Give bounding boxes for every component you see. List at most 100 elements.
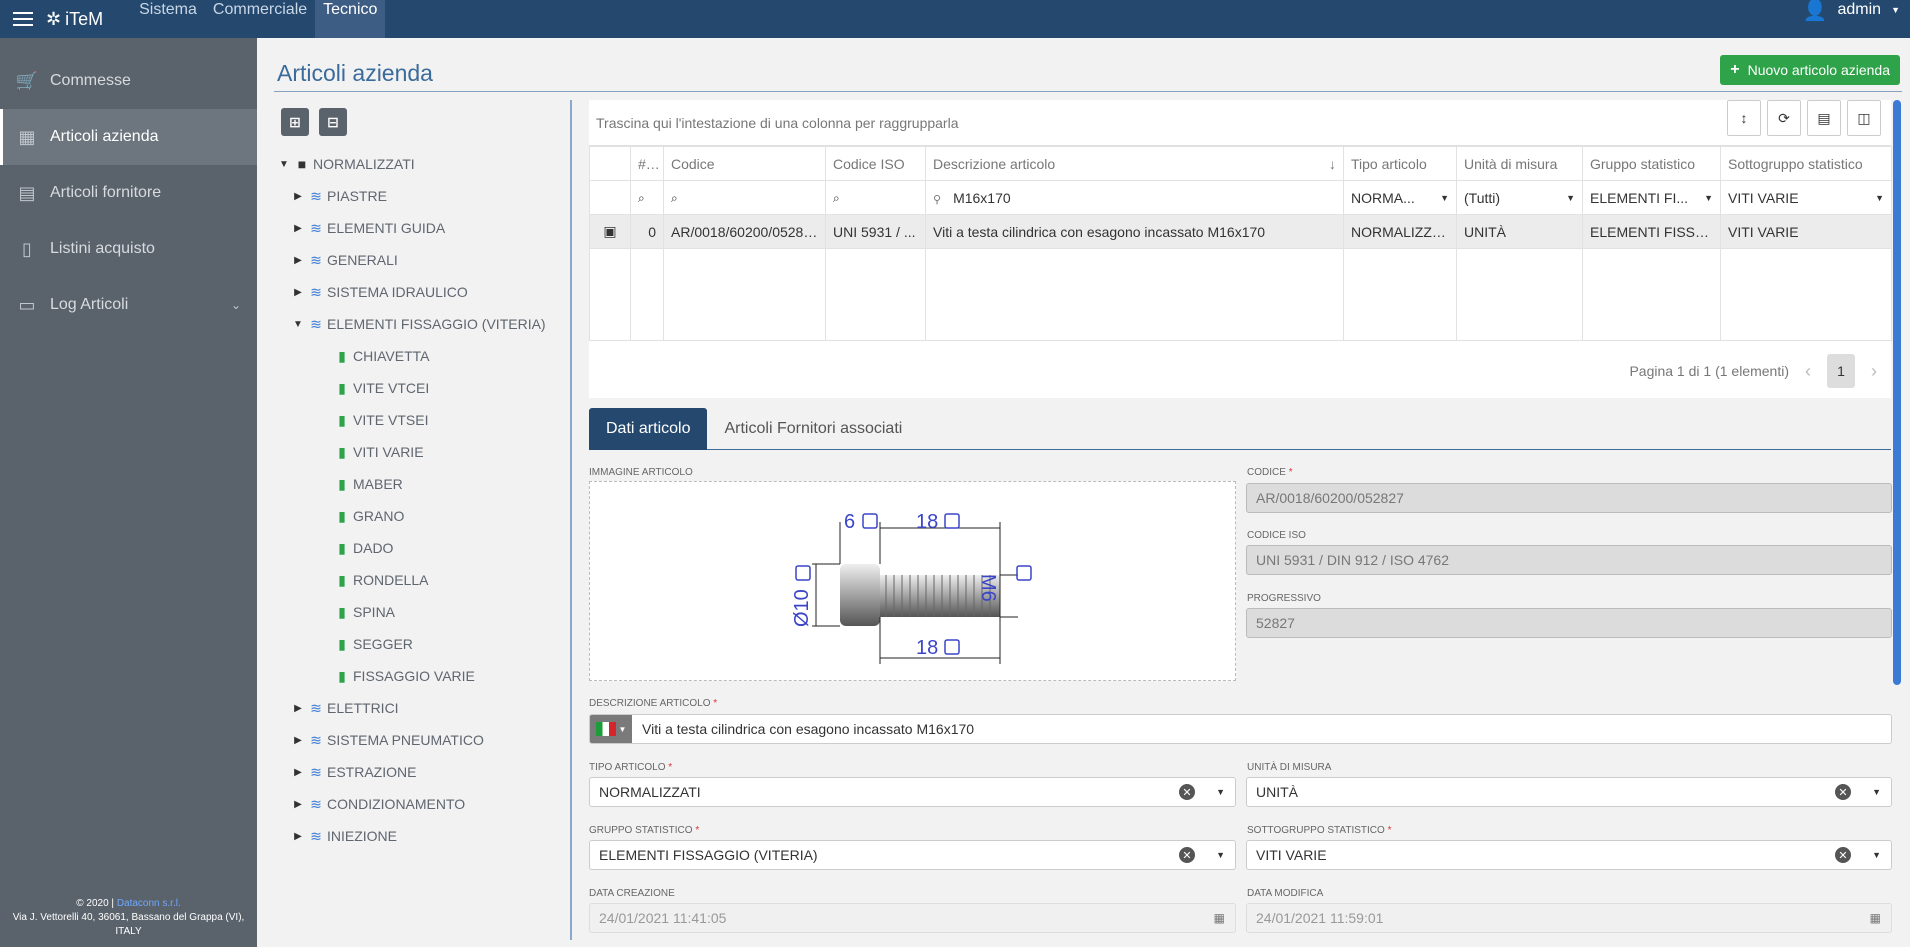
caret-right-icon[interactable]: ▶ (291, 703, 305, 714)
nav-tecnico[interactable]: Tecnico (315, 0, 386, 38)
tree-node[interactable]: ▶ ≋ PIASTRE (277, 180, 570, 212)
company-link[interactable]: Dataconn s.r.l. (117, 898, 181, 909)
tipo-select[interactable]: NORMALIZZATI ✕ ▼ (589, 777, 1236, 807)
language-selector[interactable]: ▼ (590, 715, 632, 743)
clear-icon[interactable]: ✕ (1179, 784, 1195, 800)
tree-node[interactable]: ▶ ≋ GENERALI (277, 244, 570, 276)
tree-node[interactable]: ▶ ≋ INIEZIONE (277, 820, 570, 852)
header-codice-iso[interactable]: Codice ISO (825, 146, 926, 181)
header-number[interactable]: #... (630, 146, 664, 181)
tab-articoli-fornitori[interactable]: Articoli Fornitori associati (707, 408, 919, 450)
tree-node[interactable]: ▮ VITE VTCEI (277, 372, 570, 404)
nav-commerciale[interactable]: Commerciale (205, 0, 315, 38)
table-row[interactable]: ▣ 0 AR/0018/60200/052827 UNI 5931 / ... … (589, 214, 1892, 249)
data-creazione-field[interactable]: 24/01/2021 11:41:05 ▦ (589, 903, 1236, 933)
clear-icon[interactable]: ✕ (1835, 784, 1851, 800)
tree-node[interactable]: ▶ ≋ CONDIZIONAMENTO (277, 788, 570, 820)
sort-toggle-button[interactable]: ↕ (1727, 100, 1761, 136)
caret-down-icon[interactable]: ▼ (291, 319, 305, 330)
sidebar-item-articoli-azienda[interactable]: ▦ Articoli azienda (0, 109, 257, 165)
header-select[interactable] (589, 146, 631, 181)
caret-right-icon[interactable]: ▶ (291, 255, 305, 266)
caret-right-icon[interactable]: ▶ (291, 223, 305, 234)
tree-node[interactable]: ▶ ≋ SISTEMA IDRAULICO (277, 276, 570, 308)
calendar-icon[interactable]: ▦ (1214, 911, 1225, 925)
sidebar-item-listini-acquisto[interactable]: ▯ Listini acquisto (0, 221, 257, 277)
tree-node[interactable]: ▮ DADO (277, 532, 570, 564)
new-article-button[interactable]: + Nuovo articolo azienda (1720, 55, 1900, 85)
tree-node[interactable]: ▼ ≋ ELEMENTI FISSAGGIO (VITERIA) (277, 308, 570, 340)
filter-codice[interactable]: ⌕ (663, 180, 826, 215)
collapse-all-button[interactable]: ⊟ (319, 108, 347, 136)
sottogruppo-select[interactable]: VITI VARIE ✕ ▼ (1246, 840, 1892, 870)
hamburger-menu-icon[interactable] (0, 0, 46, 38)
filter-codice-iso[interactable]: ⌕ (825, 180, 926, 215)
tree-node[interactable]: ▮ VITE VTSEI (277, 404, 570, 436)
header-descrizione[interactable]: Descrizione articolo ↓ (925, 146, 1344, 181)
filter-gruppo[interactable]: ELEMENTI FI... ▼ (1582, 180, 1721, 215)
caret-down-icon[interactable]: ▼ (1216, 850, 1225, 860)
group-panel[interactable]: Trascina qui l'intestazione di una colon… (589, 100, 1891, 146)
caret-right-icon[interactable]: ▶ (291, 287, 305, 298)
tree-node-root[interactable]: ▼ ■ NORMALIZZATI (277, 148, 570, 180)
caret-down-icon[interactable]: ▼ (277, 159, 291, 170)
row-edit-cell[interactable]: ▣ (589, 214, 631, 249)
export-button[interactable]: ▤ (1807, 100, 1841, 136)
expand-all-button[interactable]: ⊞ (281, 108, 309, 136)
header-sottogruppo[interactable]: Sottogruppo statistico (1720, 146, 1892, 181)
codice-iso-field[interactable]: UNI 5931 / DIN 912 / ISO 4762 (1246, 545, 1892, 575)
unita-select[interactable]: UNITÀ ✕ ▼ (1246, 777, 1892, 807)
brand-logo[interactable]: ✲ iTeM (46, 9, 103, 30)
tab-dati-articolo[interactable]: Dati articolo (589, 408, 708, 450)
filter-number[interactable]: ⌕ (630, 180, 664, 215)
sidebar-item-articoli-fornitore[interactable]: ▤ Articoli fornitore (0, 165, 257, 221)
header-unita[interactable]: Unità di misura (1456, 146, 1583, 181)
caret-right-icon[interactable]: ▶ (291, 767, 305, 778)
tree-node[interactable]: ▮ CHIAVETTA (277, 340, 570, 372)
caret-down-icon[interactable]: ▼ (1216, 787, 1225, 797)
filter-tipo[interactable]: NORMA... ▼ (1343, 180, 1457, 215)
column-chooser-button[interactable]: ◫ (1847, 100, 1881, 136)
header-gruppo[interactable]: Gruppo statistico (1582, 146, 1721, 181)
filter-descrizione[interactable]: ⚲ M16x170 (925, 180, 1344, 215)
prev-page-icon[interactable]: ‹ (1805, 361, 1811, 382)
refresh-button[interactable]: ⟳ (1767, 100, 1801, 136)
gruppo-select[interactable]: ELEMENTI FISSAGGIO (VITERIA) ✕ ▼ (589, 840, 1236, 870)
caret-right-icon[interactable]: ▶ (291, 799, 305, 810)
caret-down-icon[interactable]: ▼ (1872, 787, 1881, 797)
vertical-scrollbar[interactable] (1893, 100, 1901, 685)
clear-icon[interactable]: ✕ (1179, 847, 1195, 863)
tree-node[interactable]: ▮ VITI VARIE (277, 436, 570, 468)
caret-right-icon[interactable]: ▶ (291, 191, 305, 202)
next-page-icon[interactable]: › (1871, 361, 1877, 382)
filter-sottogruppo[interactable]: VITI VARIE ▼ (1720, 180, 1892, 215)
caret-right-icon[interactable]: ▶ (291, 831, 305, 842)
user-menu[interactable]: 👤 admin ▼ (1803, 0, 1900, 22)
clear-icon[interactable]: ✕ (1835, 847, 1851, 863)
caret-down-icon[interactable]: ▼ (1872, 850, 1881, 860)
calendar-icon[interactable]: ▦ (1870, 911, 1881, 925)
tree-node[interactable]: ▶ ≋ ELEMENTI GUIDA (277, 212, 570, 244)
page-number-button[interactable]: 1 (1827, 354, 1855, 388)
nav-sistema[interactable]: Sistema (131, 0, 205, 38)
filter-unita[interactable]: (Tutti) ▼ (1456, 180, 1583, 215)
tree-node[interactable]: ▮ MABER (277, 468, 570, 500)
data-modifica-field[interactable]: 24/01/2021 11:59:01 ▦ (1246, 903, 1892, 933)
header-tipo[interactable]: Tipo articolo (1343, 146, 1457, 181)
tree-node[interactable]: ▮ SPINA (277, 596, 570, 628)
tree-node[interactable]: ▶ ≋ ESTRAZIONE (277, 756, 570, 788)
tree-node[interactable]: ▶ ≋ ELETTRICI (277, 692, 570, 724)
sidebar-item-commesse[interactable]: 🛒 Commesse (0, 53, 257, 109)
article-image-dropzone[interactable]: 6 18 18 Ø10 M6 (589, 481, 1236, 681)
caret-right-icon[interactable]: ▶ (291, 735, 305, 746)
tree-node[interactable]: ▮ SEGGER (277, 628, 570, 660)
descrizione-field[interactable]: ▼ Viti a testa cilindrica con esagono in… (589, 714, 1892, 744)
progressivo-field[interactable]: 52827 (1246, 608, 1892, 638)
header-codice[interactable]: Codice (663, 146, 826, 181)
tree-node[interactable]: ▮ GRANO (277, 500, 570, 532)
codice-field[interactable]: AR/0018/60200/052827 (1246, 483, 1892, 513)
tree-node[interactable]: ▮ RONDELLA (277, 564, 570, 596)
tree-node[interactable]: ▶ ≋ SISTEMA PNEUMATICO (277, 724, 570, 756)
sidebar-item-log-articoli[interactable]: ▭ Log Articoli ⌄ (0, 277, 257, 333)
tree-node[interactable]: ▮ FISSAGGIO VARIE (277, 660, 570, 692)
